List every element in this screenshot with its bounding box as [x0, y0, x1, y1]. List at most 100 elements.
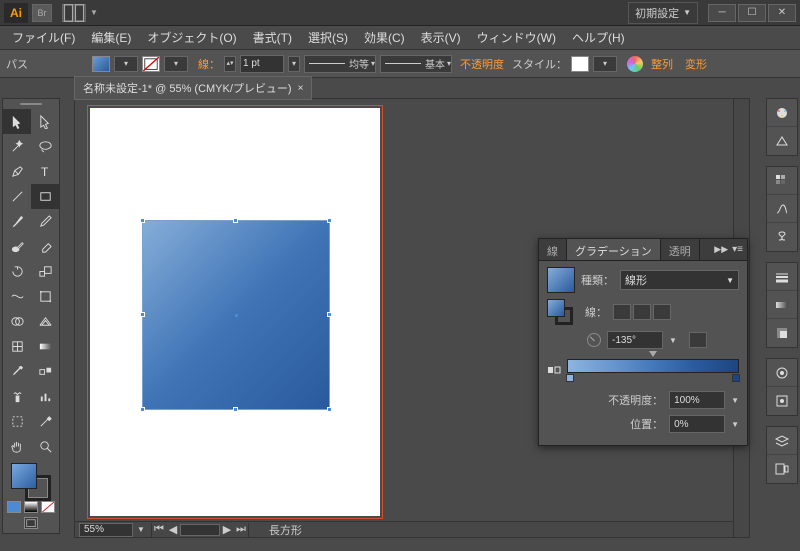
close-tab-icon[interactable]: ×	[298, 83, 304, 94]
resize-handle-bl[interactable]	[140, 407, 145, 412]
stop-opacity-input[interactable]	[669, 391, 725, 409]
swatches-panel-icon[interactable]	[767, 167, 797, 195]
graphic-styles-panel-icon[interactable]	[767, 387, 797, 415]
arrange-documents-button[interactable]	[62, 4, 86, 22]
menu-format[interactable]: 書式(T)	[245, 26, 300, 49]
color-mode-button[interactable]	[7, 501, 21, 513]
menu-window[interactable]: ウィンドウ(W)	[469, 26, 564, 49]
gradient-preview-swatch[interactable]	[547, 267, 575, 293]
stroke-weight-stepper[interactable]: ▴▾	[224, 56, 236, 72]
reverse-gradient-icon[interactable]	[547, 363, 561, 377]
eyedropper-tool[interactable]	[3, 359, 31, 384]
layers-panel-icon[interactable]	[767, 427, 797, 455]
transform-link[interactable]: 変形	[681, 56, 711, 72]
resize-handle-tl[interactable]	[140, 218, 145, 223]
pencil-tool[interactable]	[31, 209, 59, 234]
recolor-icon[interactable]	[627, 56, 643, 72]
zoom-tool[interactable]	[31, 434, 59, 459]
direct-selection-tool[interactable]	[31, 109, 59, 134]
opacity-link[interactable]: 不透明度	[456, 56, 508, 72]
line-tool[interactable]	[3, 184, 31, 209]
stroke-swatch[interactable]	[142, 56, 160, 72]
menu-select[interactable]: 選択(S)	[300, 26, 356, 49]
tab-transparency[interactable]: 透明	[661, 239, 700, 260]
type-tool[interactable]: T	[31, 159, 59, 184]
none-mode-button[interactable]	[41, 501, 55, 513]
blob-brush-tool[interactable]	[3, 234, 31, 259]
menu-object[interactable]: オブジェクト(O)	[139, 26, 244, 49]
stroke-weight-input[interactable]	[240, 55, 284, 73]
rotate-tool[interactable]	[3, 259, 31, 284]
resize-handle-rm[interactable]	[327, 312, 332, 317]
resize-handle-lm[interactable]	[140, 312, 145, 317]
panel-menu-icon[interactable]: ▾≡	[732, 244, 743, 255]
free-transform-tool[interactable]	[31, 284, 59, 309]
gradient-tool[interactable]	[31, 334, 59, 359]
artboard-first-icon[interactable]: ⏮	[152, 523, 166, 537]
eraser-tool[interactable]	[31, 234, 59, 259]
stop-location-input[interactable]	[669, 415, 725, 433]
brushes-panel-icon[interactable]	[767, 195, 797, 223]
color-panel-icon[interactable]	[767, 99, 797, 127]
hand-tool[interactable]	[3, 434, 31, 459]
rectangle-tool[interactable]	[31, 184, 59, 209]
blend-tool[interactable]	[31, 359, 59, 384]
graphic-style-swatch[interactable]	[571, 56, 589, 72]
tab-gradient[interactable]: グラデーション	[567, 239, 661, 260]
width-tool[interactable]	[3, 284, 31, 309]
gradient-type-select[interactable]: 線形▼	[620, 270, 739, 290]
zoom-level-input[interactable]	[79, 523, 133, 537]
stroke-gradient-across-icon[interactable]	[653, 304, 671, 320]
artboard-tool[interactable]	[3, 409, 31, 434]
pen-tool[interactable]	[3, 159, 31, 184]
fill-menu-button[interactable]: ▾	[114, 56, 138, 72]
panel-grip-icon[interactable]	[3, 99, 59, 109]
resize-handle-tm[interactable]	[233, 218, 238, 223]
fill-color-icon[interactable]	[11, 463, 37, 489]
menu-view[interactable]: 表示(V)	[413, 26, 469, 49]
workspace-switcher[interactable]: 初期設定 ▼	[628, 2, 698, 24]
menu-effect[interactable]: 効果(C)	[356, 26, 413, 49]
menu-help[interactable]: ヘルプ(H)	[564, 26, 633, 49]
document-tab[interactable]: 名称未設定-1* @ 55% (CMYK/プレビュー) ×	[74, 76, 312, 100]
bridge-icon[interactable]: Br	[32, 4, 52, 22]
dropdown-arrow-icon[interactable]: ▼	[731, 420, 739, 429]
stroke-panel-icon[interactable]	[767, 263, 797, 291]
symbols-panel-icon[interactable]	[767, 223, 797, 251]
resize-handle-tr[interactable]	[327, 218, 332, 223]
resize-handle-bm[interactable]	[233, 407, 238, 412]
selection-tool[interactable]	[3, 109, 31, 134]
gradient-stop-start[interactable]	[566, 374, 574, 382]
menu-file[interactable]: ファイル(F)	[4, 26, 83, 49]
artboard-last-icon[interactable]: ⏭	[234, 523, 248, 537]
style-menu-button[interactable]: ▾	[593, 56, 617, 72]
minimize-button[interactable]: ─	[708, 4, 736, 22]
lasso-tool[interactable]	[31, 134, 59, 159]
aspect-ratio-icon[interactable]	[689, 332, 707, 348]
resize-handle-br[interactable]	[327, 407, 332, 412]
appearance-panel-icon[interactable]	[767, 359, 797, 387]
magic-wand-tool[interactable]	[3, 134, 31, 159]
close-button[interactable]: ✕	[768, 4, 796, 22]
fill-stroke-indicator[interactable]	[3, 459, 59, 499]
gradient-fill-stroke-icon[interactable]	[547, 299, 573, 325]
dropdown-arrow-icon[interactable]: ▼	[669, 336, 677, 345]
gradient-panel-icon[interactable]	[767, 291, 797, 319]
stroke-menu-button[interactable]: ▾	[164, 56, 188, 72]
perspective-grid-tool[interactable]	[31, 309, 59, 334]
menu-edit[interactable]: 編集(E)	[83, 26, 139, 49]
scale-tool[interactable]	[31, 259, 59, 284]
selected-rectangle-shape[interactable]	[142, 220, 330, 410]
transparency-panel-icon[interactable]	[767, 319, 797, 347]
color-guide-panel-icon[interactable]	[767, 127, 797, 155]
variable-width-profile[interactable]: 均等▾	[304, 55, 376, 73]
gradient-midpoint-handle[interactable]	[649, 351, 657, 357]
brush-definition[interactable]: 基本▾	[380, 55, 452, 73]
gradient-angle-input[interactable]	[607, 331, 663, 349]
tab-stroke[interactable]: 線	[539, 239, 567, 260]
paintbrush-tool[interactable]	[3, 209, 31, 234]
gradient-stop-end[interactable]	[732, 374, 740, 382]
artboard-prev-icon[interactable]: ◀	[166, 523, 180, 537]
dropdown-arrow-icon[interactable]: ▼	[90, 8, 98, 17]
stroke-gradient-within-icon[interactable]	[613, 304, 631, 320]
